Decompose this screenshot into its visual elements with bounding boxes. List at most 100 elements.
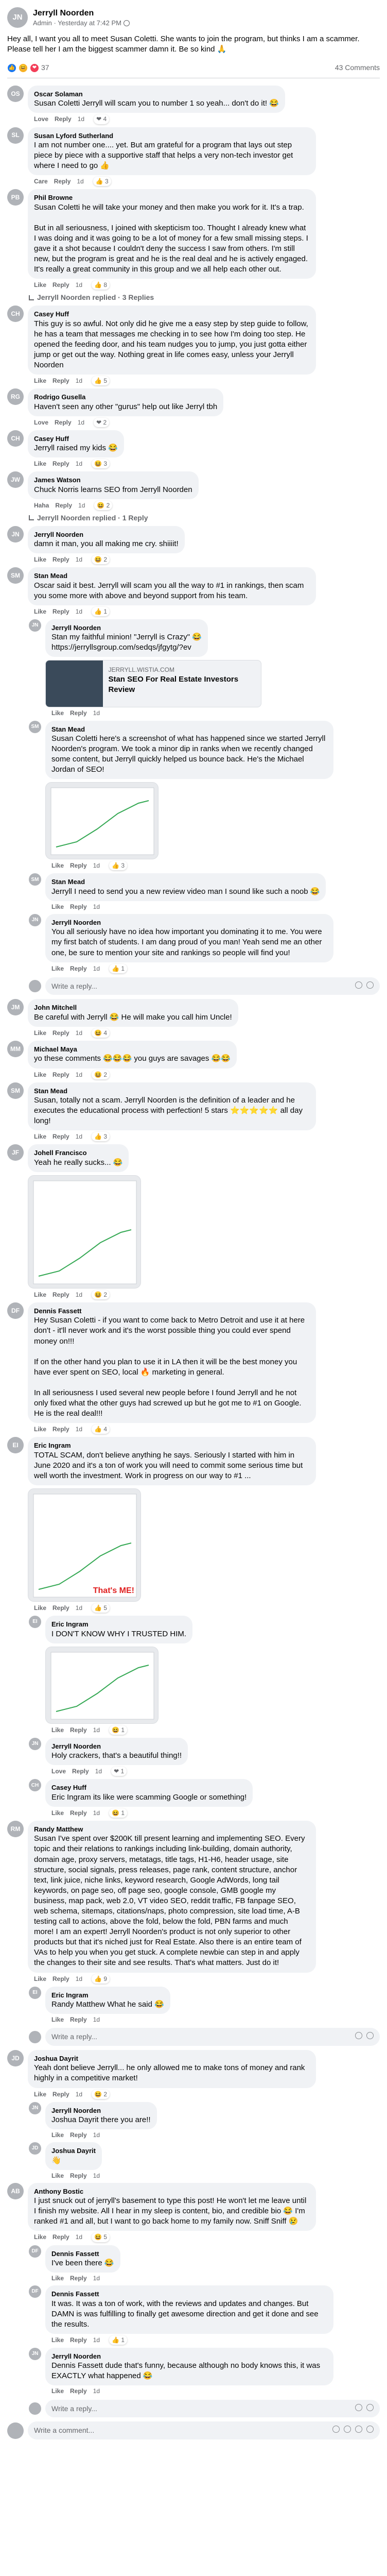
commenter-name[interactable]: Susan Lyford Sutherland bbox=[34, 131, 310, 140]
commenter-avatar[interactable]: JM bbox=[7, 999, 24, 1016]
commenter-avatar[interactable]: JN bbox=[7, 526, 24, 543]
comment-action-0[interactable]: Haha bbox=[34, 501, 49, 510]
commenter-name[interactable]: Jerryll Noorden bbox=[51, 918, 327, 927]
commenter-avatar[interactable]: JN bbox=[29, 2102, 41, 2114]
comment-reaction-count[interactable]: ❤ 1 bbox=[111, 1767, 127, 1776]
comment-action-0[interactable]: Like bbox=[34, 1132, 46, 1141]
commenter-avatar[interactable]: CH bbox=[7, 306, 24, 323]
comment-image[interactable] bbox=[45, 782, 159, 860]
commenter-name[interactable]: John Mitchell bbox=[34, 1003, 232, 1012]
comment-action-1[interactable]: Reply bbox=[52, 1029, 69, 1037]
commenter-avatar[interactable]: SM bbox=[29, 720, 41, 733]
comment-reaction-count[interactable]: 👍 4 bbox=[92, 1425, 110, 1434]
commenter-avatar[interactable]: JF bbox=[7, 1144, 24, 1161]
comment-action-0[interactable]: Like bbox=[51, 2336, 64, 2344]
comment-image[interactable] bbox=[45, 1646, 159, 1724]
commenter-name[interactable]: James Watson bbox=[34, 476, 192, 484]
comment-action-0[interactable]: Like bbox=[34, 1071, 46, 1079]
commenter-name[interactable]: Casey Huff bbox=[34, 310, 310, 318]
comment-image[interactable] bbox=[28, 1175, 141, 1289]
comment-reaction-count[interactable]: 👍 9 bbox=[92, 1974, 110, 1984]
comment-action-1[interactable]: Reply bbox=[52, 1975, 69, 1983]
commenter-name[interactable]: Casey Huff bbox=[34, 434, 118, 443]
commenter-name[interactable]: Rodrigo Gusella bbox=[34, 393, 217, 401]
comment-reaction-count[interactable]: 👍 3 bbox=[109, 861, 128, 871]
post-time[interactable]: Admin · Yesterday at 7:42 PM bbox=[33, 19, 121, 27]
comment-action-1[interactable]: Reply bbox=[70, 903, 87, 911]
emoji-icon[interactable] bbox=[332, 2426, 340, 2433]
commenter-avatar[interactable]: JN bbox=[29, 2347, 41, 2360]
commenter-avatar[interactable]: SM bbox=[7, 1082, 24, 1099]
comment-reaction-count[interactable]: 👍 3 bbox=[93, 177, 111, 187]
comment-action-1[interactable]: Reply bbox=[70, 2172, 87, 2180]
comment-action-0[interactable]: Like bbox=[34, 1425, 46, 1433]
commenter-avatar[interactable]: JN bbox=[29, 913, 41, 926]
commenter-avatar[interactable]: OS bbox=[7, 85, 24, 102]
commenter-avatar[interactable]: AB bbox=[7, 2182, 24, 2199]
comment-action-0[interactable]: Like bbox=[34, 555, 46, 564]
commenter-name[interactable]: Jerryll Noorden bbox=[51, 2352, 327, 2361]
commenter-name[interactable]: Eric Ingram bbox=[34, 1441, 310, 1450]
camera-icon[interactable] bbox=[344, 2426, 351, 2433]
commenter-name[interactable]: Eric Ingram bbox=[51, 1620, 186, 1629]
comment-action-1[interactable]: Reply bbox=[52, 377, 69, 385]
comment-reaction-count[interactable]: 😆 2 bbox=[92, 555, 110, 565]
commenter-name[interactable]: Jerryll Noorden bbox=[51, 2106, 151, 2115]
commenter-name[interactable]: Casey Huff bbox=[51, 1783, 247, 1792]
comment-reaction-count[interactable]: 😆 4 bbox=[92, 1028, 110, 1038]
comment-action-1[interactable]: Reply bbox=[70, 861, 87, 870]
commenter-avatar[interactable]: SL bbox=[7, 127, 24, 144]
comment-action-0[interactable]: Love bbox=[34, 115, 48, 123]
comment-action-1[interactable]: Reply bbox=[70, 2274, 87, 2282]
commenter-avatar[interactable]: RG bbox=[7, 388, 24, 405]
comment-action-0[interactable]: Like bbox=[34, 281, 46, 289]
commenter-avatar[interactable]: EI bbox=[7, 1437, 24, 1454]
comment-action-1[interactable]: Reply bbox=[55, 115, 72, 123]
comment-action-0[interactable]: Love bbox=[51, 1767, 66, 1775]
link-preview[interactable]: JERRYLL.WISTIA.COM Stan SEO For Real Esta… bbox=[45, 660, 261, 708]
comment-action-1[interactable]: Reply bbox=[52, 1425, 69, 1433]
comment-reaction-count[interactable]: 👍 1 bbox=[92, 606, 110, 616]
comment-action-1[interactable]: Reply bbox=[52, 460, 69, 468]
emoji-icon[interactable] bbox=[355, 2032, 362, 2040]
commenter-name[interactable]: Oscar Solaman bbox=[34, 90, 279, 98]
write-reply-input[interactable]: Write a reply... bbox=[45, 2399, 380, 2418]
commenter-avatar[interactable]: DF bbox=[29, 2245, 41, 2258]
comment-action-0[interactable]: Like bbox=[34, 1029, 46, 1037]
comment-action-1[interactable]: Reply bbox=[52, 1132, 69, 1141]
comment-action-1[interactable]: Reply bbox=[70, 2387, 87, 2395]
comment-reaction-count[interactable]: 😆 2 bbox=[92, 1070, 110, 1079]
camera-icon[interactable] bbox=[366, 981, 374, 989]
commenter-name[interactable]: Stan Mead bbox=[34, 1087, 310, 1095]
comment-image[interactable]: That's ME! bbox=[28, 1488, 141, 1602]
reactions-summary[interactable]: 👍 😆 ❤ 37 bbox=[7, 63, 49, 73]
commenter-avatar[interactable]: MM bbox=[7, 1041, 24, 1058]
comment-action-0[interactable]: Like bbox=[51, 903, 64, 911]
commenter-name[interactable]: Joshua Dayrit bbox=[34, 2054, 310, 2063]
camera-icon[interactable] bbox=[366, 2032, 374, 2040]
comment-action-1[interactable]: Reply bbox=[52, 2090, 69, 2098]
comment-action-1[interactable]: Reply bbox=[52, 1071, 69, 1079]
comment-action-0[interactable]: Love bbox=[34, 418, 48, 427]
commenter-name[interactable]: Jerryll Noorden bbox=[34, 530, 179, 539]
write-reply-input[interactable]: Write a reply... bbox=[45, 2028, 380, 2046]
comment-reaction-count[interactable]: 👍 3 bbox=[92, 1132, 110, 1142]
comment-action-0[interactable]: Like bbox=[51, 2274, 64, 2282]
comment-action-0[interactable]: Like bbox=[51, 1809, 64, 1817]
comment-action-0[interactable]: Like bbox=[51, 1726, 64, 1734]
comment-action-1[interactable]: Reply bbox=[52, 1291, 69, 1299]
commenter-name[interactable]: Eric Ingram bbox=[51, 1991, 164, 1999]
comment-action-1[interactable]: Reply bbox=[70, 2131, 87, 2139]
comment-action-0[interactable]: Like bbox=[51, 861, 64, 870]
commenter-name[interactable]: Randy Matthew bbox=[34, 1825, 310, 1834]
commenter-name[interactable]: Phil Browne bbox=[34, 193, 310, 202]
commenter-name[interactable]: Johell Francisco bbox=[34, 1148, 122, 1157]
sticker-icon[interactable] bbox=[366, 2426, 374, 2433]
comment-action-1[interactable]: Reply bbox=[52, 607, 69, 616]
commenter-name[interactable]: Stan Mead bbox=[34, 571, 310, 580]
camera-icon[interactable] bbox=[366, 2403, 374, 2411]
comment-action-0[interactable]: Like bbox=[51, 2015, 64, 2024]
comment-reaction-count[interactable]: ❤ 2 bbox=[94, 417, 110, 427]
commenter-name[interactable]: Dennis Fassett bbox=[34, 1307, 310, 1315]
commenter-name[interactable]: Michael Maya bbox=[34, 1045, 231, 1054]
